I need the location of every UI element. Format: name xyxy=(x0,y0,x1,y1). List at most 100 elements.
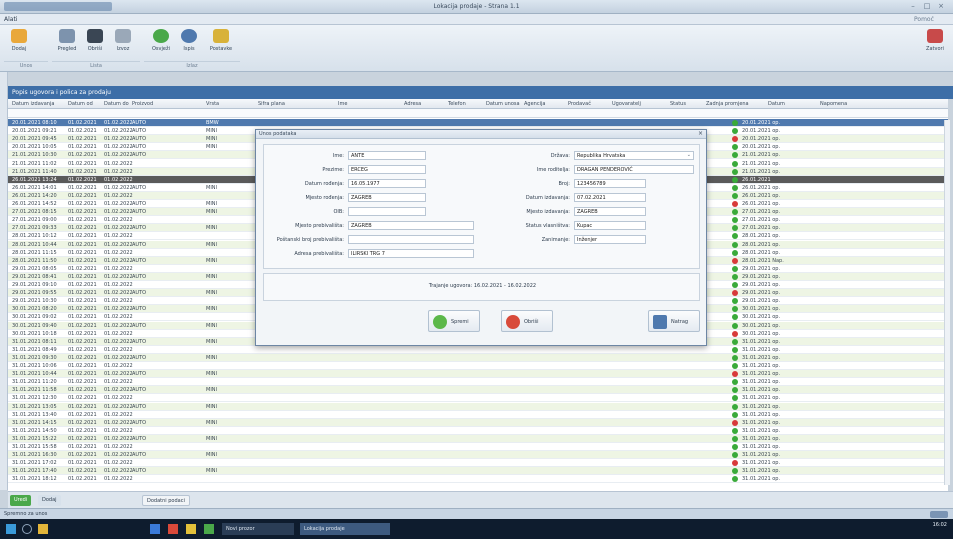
table-cell: 01.02.2021 xyxy=(68,192,97,199)
input-field[interactable]: DRAGAN PENDEROVIĆ xyxy=(574,165,694,174)
column-header[interactable]: Sifra plana xyxy=(258,101,285,107)
input-field[interactable]: 16.05.1977 xyxy=(348,179,426,188)
table-row[interactable]: 31.01.2021 15:22 01.02.2021 01.02.2022 AUTO… xyxy=(8,434,948,443)
table-cell: 01.02.2022 xyxy=(104,273,133,280)
input-field[interactable]: 07.02.2021 xyxy=(574,193,646,202)
table-row[interactable]: 20.01.2021 08:10 01.02.2021 01.02.2022 AUTO… xyxy=(8,119,948,127)
input-field[interactable]: Inženjer xyxy=(574,235,646,244)
column-header[interactable]: Zadnja promjena xyxy=(706,101,749,107)
table-row[interactable]: 31.01.2021 13:05 01.02.2021 01.02.2022 AUTO… xyxy=(8,402,948,411)
table-row[interactable]: 31.01.2021 16:30 01.02.2021 01.02.2022 AUTO… xyxy=(8,451,948,460)
table-row[interactable]: 31.01.2021 17:40 01.02.2021 01.02.2022 AUTO… xyxy=(8,467,948,476)
input-field[interactable] xyxy=(348,207,426,216)
country-select[interactable]: Republika Hrvatska ⌄ xyxy=(574,151,694,160)
status-icon xyxy=(732,128,738,135)
dialog-close-icon[interactable]: × xyxy=(698,130,703,137)
search-icon[interactable] xyxy=(22,524,32,534)
input-field[interactable]: ZAGREB xyxy=(574,207,646,216)
column-header[interactable]: Agencija xyxy=(524,101,545,107)
table-cell: 30.01.2021 09:02 xyxy=(12,314,57,321)
settings-button[interactable]: Postavke xyxy=(208,29,234,59)
column-header[interactable]: Datum izdavanja xyxy=(12,101,54,107)
menu-tools[interactable]: Alati xyxy=(4,16,17,23)
input-field[interactable] xyxy=(348,235,474,244)
table-cell: AUTO xyxy=(132,419,147,426)
table-cell: 01.02.2021 xyxy=(68,217,97,224)
table-cell: MINI xyxy=(206,452,218,459)
delete-dialog-button[interactable]: Obriši xyxy=(501,310,553,332)
table-cell: 31.01.2021 15:58 xyxy=(12,444,57,450)
table-row[interactable]: 31.01.2021 17:02 01.02.2021 01.02.2022 31.0… xyxy=(8,459,948,468)
maximize-icon[interactable]: □ xyxy=(922,2,932,11)
table-row[interactable]: 31.01.2021 18:12 01.02.2021 01.02.2022 31.0… xyxy=(8,475,948,484)
column-header[interactable]: Datum od xyxy=(68,101,93,107)
app-icon-3[interactable] xyxy=(186,524,196,534)
column-header[interactable]: Adresa xyxy=(404,101,421,107)
export-button[interactable]: Izvoz xyxy=(110,29,136,59)
table-row[interactable]: 31.01.2021 14:50 01.02.2021 01.02.2022 31.0… xyxy=(8,427,948,435)
table-row[interactable]: 31.01.2021 14:15 01.02.2021 01.02.2022 AUTO… xyxy=(8,418,948,427)
table-row[interactable]: 31.01.2021 08:49 01.02.2021 01.02.2022 31.0… xyxy=(8,346,948,354)
table-cell: 31.01.2021 op. xyxy=(742,387,781,394)
taskbar-app-2[interactable]: Lokacija prodaje xyxy=(300,523,390,535)
close-icon[interactable]: × xyxy=(936,2,946,11)
table-cell: 01.02.2021 xyxy=(68,452,97,459)
table-row[interactable]: 31.01.2021 12:30 01.02.2021 01.02.2022 31.0… xyxy=(8,394,948,403)
column-header[interactable]: Napomena xyxy=(820,101,847,107)
refresh-button[interactable]: Osvježi xyxy=(148,29,174,59)
status-icon xyxy=(732,452,738,459)
edit-button[interactable]: Uredi xyxy=(10,495,32,506)
column-header[interactable]: Prodavač xyxy=(568,101,591,107)
app-icon-2[interactable] xyxy=(168,524,178,534)
column-header[interactable]: Status xyxy=(670,101,686,107)
table-row[interactable]: 31.01.2021 15:58 01.02.2021 01.02.2022 31.0… xyxy=(8,443,948,451)
input-field[interactable]: ZAGREB xyxy=(348,193,426,202)
table-row[interactable]: 31.01.2021 09:30 01.02.2021 01.02.2022 AUTO… xyxy=(8,353,948,362)
chevron-down-icon[interactable]: ⌄ xyxy=(687,152,691,158)
input-field[interactable]: ZAGREB xyxy=(348,221,474,230)
print-button[interactable]: Ispis xyxy=(176,29,202,59)
table-row[interactable]: 31.01.2021 11:58 01.02.2021 01.02.2022 AUTO… xyxy=(8,386,948,395)
add-button[interactable]: Dodaj xyxy=(6,29,32,59)
table-cell: 31.01.2021 op. xyxy=(742,371,781,378)
column-header[interactable]: Datum unosa xyxy=(486,101,520,107)
column-header[interactable]: Telefon xyxy=(448,101,466,107)
table-row[interactable]: 31.01.2021 11:20 01.02.2021 01.02.2022 31.0… xyxy=(8,378,948,387)
table-cell: MINI xyxy=(206,241,218,248)
back-button[interactable]: Natrag xyxy=(648,310,700,332)
column-header[interactable]: Datum xyxy=(768,101,785,107)
taskbar-app-1[interactable]: Novi prozor xyxy=(222,523,294,535)
start-icon[interactable] xyxy=(6,524,16,534)
extra-data-button[interactable]: Dodatni podaci xyxy=(142,495,190,506)
delete-button[interactable]: Obriši xyxy=(82,29,108,59)
table-cell: MINI xyxy=(206,322,218,329)
save-button[interactable]: Spremi xyxy=(428,310,480,332)
input-field[interactable]: ANTE xyxy=(348,151,426,160)
input-field[interactable]: Kupac xyxy=(574,221,646,230)
column-header[interactable]: Proizvod xyxy=(132,101,153,107)
explorer-icon[interactable] xyxy=(38,524,48,534)
table-row[interactable]: 31.01.2021 13:40 01.02.2021 01.02.2022 31.0… xyxy=(8,411,948,419)
table-cell: 26.01.2021 13:24 xyxy=(12,176,57,183)
add-row-button[interactable]: Dodaj xyxy=(38,495,61,506)
exit-button[interactable]: Zatvori xyxy=(922,29,948,59)
table-row[interactable]: 31.01.2021 10:06 01.02.2021 01.02.2022 31.0… xyxy=(8,362,948,370)
table-cell: 01.02.2022 xyxy=(104,184,133,191)
input-field[interactable]: ERCEG xyxy=(348,165,426,174)
column-header[interactable]: Ugovaratelj xyxy=(612,101,641,107)
app-icon-4[interactable] xyxy=(204,524,214,534)
side-tab-strip[interactable] xyxy=(0,72,8,490)
vertical-scrollbar[interactable] xyxy=(944,120,950,485)
menu-help[interactable]: Pomoć xyxy=(914,16,934,23)
column-header[interactable]: Ime xyxy=(338,101,347,107)
preview-button[interactable]: Pregled xyxy=(54,29,80,59)
app-icon-1[interactable] xyxy=(150,524,160,534)
column-header[interactable]: Datum do xyxy=(104,101,129,107)
input-field[interactable]: 123456789 xyxy=(574,179,646,188)
filter-row[interactable] xyxy=(8,109,948,118)
minimize-icon[interactable]: – xyxy=(908,2,918,11)
input-field[interactable]: ILIRSKI TRG 7 xyxy=(348,249,474,258)
column-header[interactable]: Vrsta xyxy=(206,101,219,107)
table-row[interactable]: 31.01.2021 10:44 01.02.2021 01.02.2022 AUTO… xyxy=(8,370,948,379)
table-cell: 29.01.2021 op. xyxy=(742,282,781,288)
